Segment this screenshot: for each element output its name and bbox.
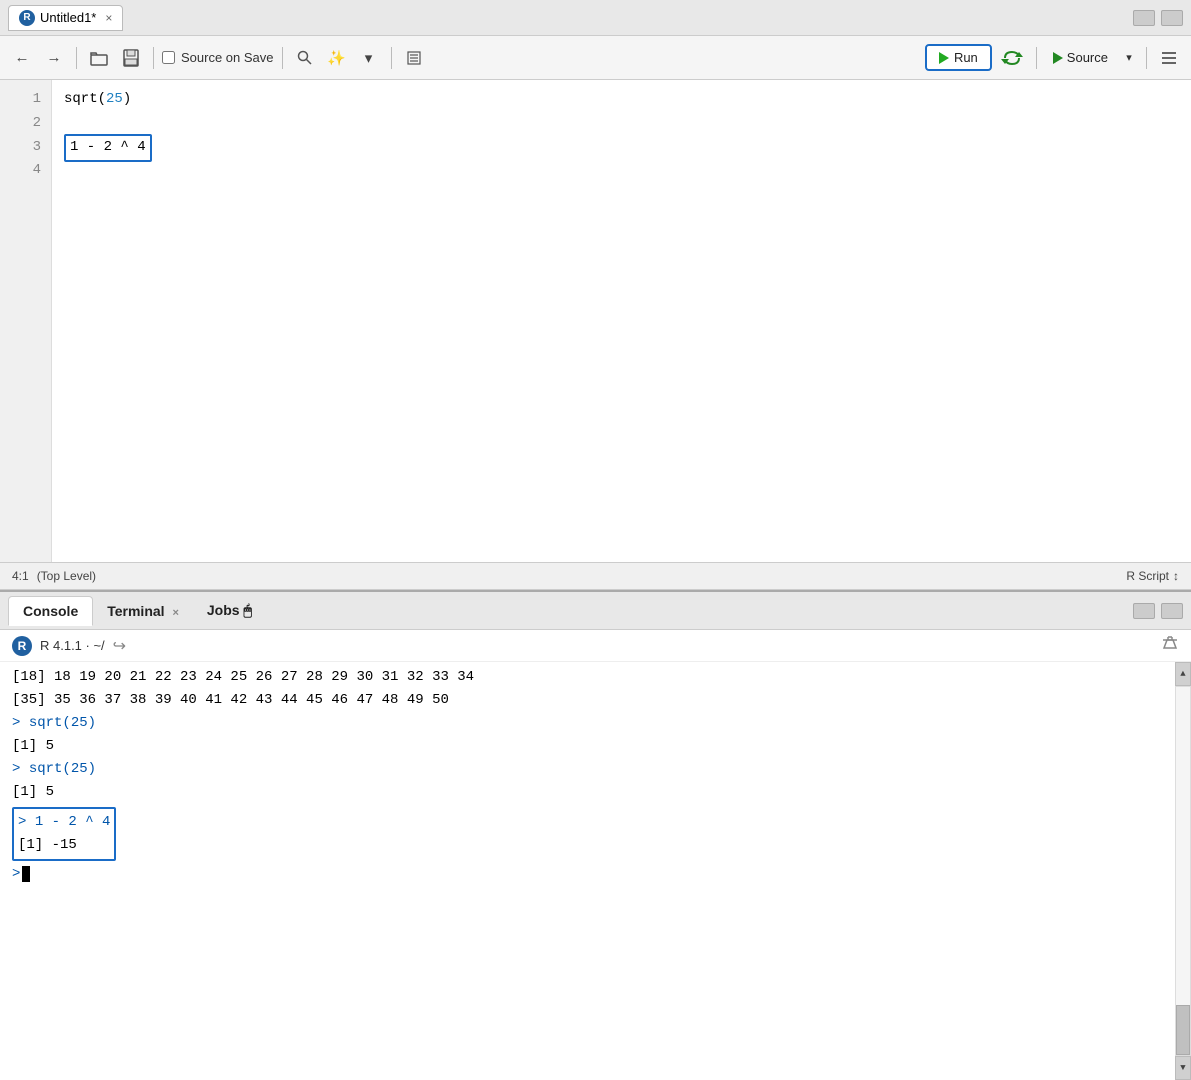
minimize-button[interactable] [1133, 10, 1155, 26]
search-icon [297, 50, 313, 66]
console-maximize-button[interactable] [1161, 603, 1183, 619]
separator-2 [153, 47, 154, 69]
title-bar: R Untitled1* × [0, 0, 1191, 36]
run-button[interactable]: Run [925, 44, 992, 71]
scroll-track [1175, 686, 1191, 1056]
save-button[interactable] [117, 44, 145, 72]
line-number-3: 3 [0, 136, 41, 160]
save-icon [122, 49, 140, 67]
line-number-2: 2 [0, 112, 41, 136]
status-right: R Script ↕ [1126, 569, 1179, 583]
source-on-save-label: Source on Save [181, 50, 274, 65]
console-tabs: Console Terminal × Jobs 🖱 [0, 592, 1191, 630]
run-label: Run [954, 50, 978, 65]
console-window-controls [1133, 603, 1183, 619]
r-console-icon: R [12, 636, 32, 656]
scroll-thumb[interactable] [1176, 1005, 1190, 1055]
console-line-3: > sqrt(25) [12, 712, 1171, 735]
console-line-5: > sqrt(25) [12, 758, 1171, 781]
clear-console-button[interactable] [1161, 634, 1179, 657]
console-prompt: > [12, 863, 20, 886]
close-tab-button[interactable]: × [105, 11, 112, 25]
hamburger-button[interactable] [1155, 44, 1183, 72]
console-cursor [22, 866, 30, 882]
source-arrow-icon [1053, 52, 1063, 64]
console-output[interactable]: [18] 18 19 20 21 22 23 24 25 26 27 28 29… [0, 662, 1191, 1080]
editor-toolbar: ← → Source on Save [0, 36, 1191, 80]
source-label: Source [1067, 50, 1108, 65]
editor-content[interactable]: sqrt(25) 1 - 2 ^ 4 [52, 80, 1191, 562]
console-highlighted-cmd: > 1 - 2 ^ 4 [18, 811, 110, 834]
hamburger-icon [1161, 51, 1177, 65]
status-bar: 4:1 (Top Level) R Script ↕ [0, 562, 1191, 590]
source-on-save-checkbox[interactable] [162, 51, 175, 64]
file-type-dropdown-icon[interactable]: ↕ [1173, 569, 1179, 583]
r-version-label: R 4.1.1 · ~/ [40, 638, 105, 653]
pages-icon [406, 50, 422, 66]
code-close-paren: ) [123, 88, 131, 112]
tab-terminal[interactable]: Terminal × [93, 597, 193, 625]
code-sqrt: sqrt( [64, 88, 106, 112]
r-icon: R [19, 10, 35, 26]
run-arrow-icon [939, 52, 949, 64]
highlighted-console-block: > 1 - 2 ^ 4 [1] -15 [12, 807, 116, 861]
back-button[interactable]: ← [8, 44, 36, 72]
console-minimize-button[interactable] [1133, 603, 1155, 619]
console-prompt-line: > [12, 863, 1171, 886]
code-line-4 [64, 160, 1179, 184]
separator-5 [1036, 47, 1037, 69]
source-on-save-control: Source on Save [162, 50, 274, 65]
separator-6 [1146, 47, 1147, 69]
editor-tab[interactable]: R Untitled1* × [8, 5, 123, 31]
line-number-1: 1 [0, 88, 41, 112]
console-header: R R 4.1.1 · ~/ ↪ [0, 630, 1191, 662]
tab-console[interactable]: Console [8, 596, 93, 626]
magic-wand-button[interactable]: ✨ [323, 44, 351, 72]
scrollbar[interactable]: ▲ ▼ [1175, 662, 1191, 1080]
rerun-icon [1001, 48, 1023, 68]
code-line-1: sqrt(25) [64, 88, 1179, 112]
separator-3 [282, 47, 283, 69]
code-line-2 [64, 112, 1179, 136]
scroll-down-arrow[interactable]: ▼ [1175, 1056, 1191, 1080]
source-dropdown-button[interactable]: ▾ [1120, 44, 1138, 72]
window-controls [1133, 10, 1183, 26]
pages-button[interactable] [400, 44, 428, 72]
line-numbers: 1 2 3 4 [0, 80, 52, 562]
scroll-up-arrow[interactable]: ▲ [1175, 662, 1191, 686]
console-highlighted-result: [1] -15 [18, 834, 110, 857]
scope-label: (Top Level) [37, 569, 96, 583]
rerun-button[interactable] [996, 44, 1028, 72]
clear-icon [1161, 634, 1179, 652]
code-line-3-highlighted: 1 - 2 ^ 4 [64, 134, 152, 162]
open-button[interactable] [85, 44, 113, 72]
code-num-25: 25 [106, 88, 123, 112]
console-line-2: [35] 35 36 37 38 39 40 41 42 43 44 45 46… [12, 689, 1171, 712]
console-pane: Console Terminal × Jobs 🖱 R R 4.1.1 · ~/… [0, 590, 1191, 1080]
navigate-icon[interactable]: ↪ [113, 636, 126, 656]
separator-4 [391, 47, 392, 69]
tab-jobs[interactable]: Jobs 🖱 [193, 596, 266, 625]
cursor-position: 4:1 [12, 569, 29, 583]
maximize-button[interactable] [1161, 10, 1183, 26]
line-number-4: 4 [0, 159, 41, 183]
terminal-close-icon[interactable]: × [172, 607, 178, 619]
file-type-label: R Script [1126, 569, 1169, 583]
status-left: 4:1 (Top Level) [12, 569, 96, 583]
open-icon [90, 50, 108, 66]
search-button[interactable] [291, 44, 319, 72]
editor-pane: 1 2 3 4 sqrt(25) 1 - 2 ^ 4 [0, 80, 1191, 562]
separator-1 [76, 47, 77, 69]
console-line-4: [1] 5 [12, 735, 1171, 758]
forward-button[interactable]: → [40, 44, 68, 72]
console-line-6: [1] 5 [12, 781, 1171, 804]
code-tools-dropdown[interactable]: ▾ [355, 44, 383, 72]
console-line-1: [18] 18 19 20 21 22 23 24 25 26 27 28 29… [12, 666, 1171, 689]
tab-title: Untitled1* [40, 10, 96, 25]
code-line-3: 1 - 2 ^ 4 [64, 136, 1179, 160]
source-button[interactable]: Source [1045, 46, 1116, 69]
